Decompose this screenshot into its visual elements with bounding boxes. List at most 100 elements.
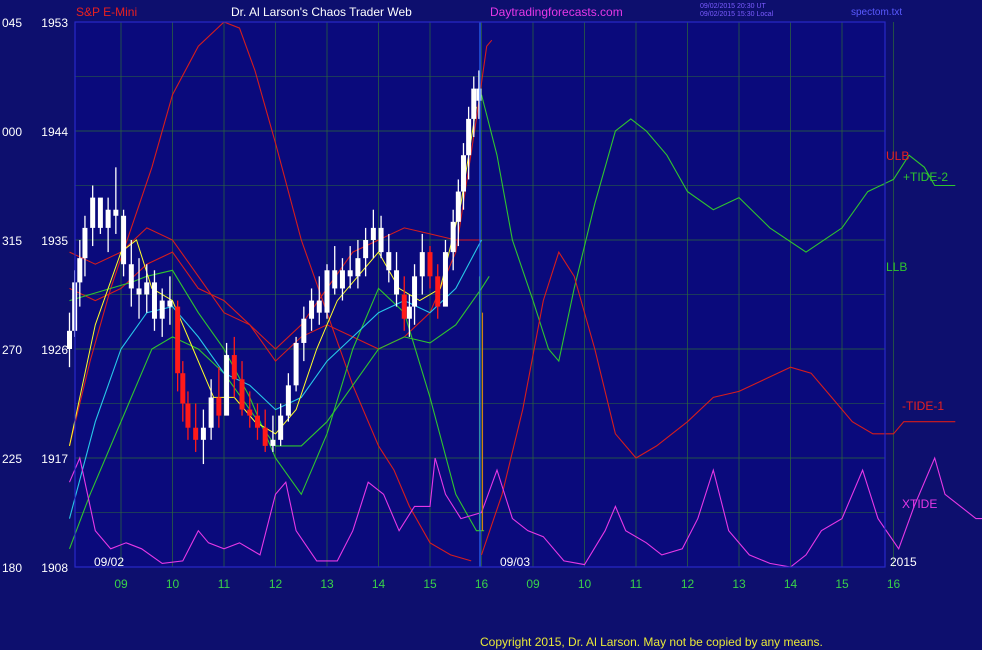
x-tick-label: 10 bbox=[166, 577, 180, 591]
price-bar-body bbox=[293, 342, 299, 386]
series-label: -TIDE-1 bbox=[902, 399, 944, 413]
date-label: 09/02 bbox=[94, 555, 124, 569]
y-tick-label: 1908 bbox=[41, 561, 68, 575]
price-bar-body bbox=[82, 227, 88, 259]
price-bar-body bbox=[442, 252, 448, 307]
price-bar-body bbox=[105, 209, 111, 228]
price-bar-body bbox=[200, 427, 206, 440]
price-bar-body bbox=[386, 252, 392, 271]
y-tick-label: 1917 bbox=[41, 452, 68, 466]
x-tick-label: 14 bbox=[784, 577, 798, 591]
price-bar-body bbox=[339, 270, 345, 289]
price-bar-body bbox=[332, 270, 338, 289]
series-label: XTIDE bbox=[902, 497, 937, 511]
price-bar-body bbox=[159, 300, 165, 319]
y-tick-label-aux: 180 bbox=[2, 561, 22, 575]
y-tick-label-aux: 315 bbox=[2, 234, 22, 248]
price-bar-body bbox=[316, 300, 322, 313]
x-tick-label: 13 bbox=[732, 577, 746, 591]
price-bar-body bbox=[412, 276, 418, 307]
date-label: 09/03 bbox=[500, 555, 530, 569]
price-bar-body bbox=[77, 258, 83, 283]
y-tick-label: 1953 bbox=[41, 16, 68, 30]
price-bar-body bbox=[401, 294, 407, 319]
price-bar-body bbox=[151, 282, 157, 319]
price-bar-body bbox=[224, 355, 230, 416]
price-bar-body bbox=[278, 415, 284, 440]
price-bar-body bbox=[285, 385, 291, 416]
price-bar-body bbox=[270, 439, 276, 446]
x-tick-label: 16 bbox=[475, 577, 489, 591]
series-label: LLB bbox=[886, 260, 907, 274]
price-bar-body bbox=[455, 191, 461, 222]
y-tick-label-aux: 270 bbox=[2, 343, 22, 357]
x-tick-label: 13 bbox=[320, 577, 334, 591]
y-tick-label-aux: 045 bbox=[2, 16, 22, 30]
series-label: +TIDE-2 bbox=[903, 170, 948, 184]
price-bar-body bbox=[208, 397, 214, 428]
chaos-trader-chart: 1908 1917 1926 1935 1944 1953 180 225 270 315 000 0… bbox=[0, 0, 982, 650]
y-tick-label-aux: 000 bbox=[2, 125, 22, 139]
price-bar-body bbox=[301, 318, 307, 343]
price-bar-body bbox=[239, 379, 245, 410]
x-tick-label: 15 bbox=[423, 577, 437, 591]
price-bar-body bbox=[167, 300, 173, 307]
price-bar-body bbox=[136, 288, 142, 295]
price-bar-body bbox=[185, 403, 191, 428]
symbol-label: S&P E-Mini bbox=[76, 5, 137, 19]
site-link[interactable]: Daytradingforecasts.com bbox=[490, 5, 623, 19]
price-bar-body bbox=[394, 270, 400, 295]
source-file: spectom.txt bbox=[851, 7, 902, 18]
x-tick-label: 11 bbox=[630, 577, 643, 591]
x-tick-label: 10 bbox=[578, 577, 592, 591]
price-bar-body bbox=[180, 373, 186, 404]
price-bar-body bbox=[193, 427, 199, 440]
price-bar-body bbox=[144, 282, 150, 295]
copyright: Copyright 2015, Dr. Al Larson. May not b… bbox=[480, 635, 823, 649]
price-bar-body bbox=[476, 88, 482, 101]
price-bar-body bbox=[262, 427, 268, 446]
year-label: 2015 bbox=[890, 555, 917, 569]
price-bar-body bbox=[419, 252, 425, 277]
price-bar-body bbox=[406, 306, 412, 319]
price-bar-body bbox=[466, 118, 472, 156]
price-bar-body bbox=[216, 397, 222, 416]
price-bar-body bbox=[90, 197, 96, 228]
price-bar-body bbox=[175, 306, 181, 374]
chart-title: Dr. Al Larson's Chaos Trader Web bbox=[231, 5, 412, 19]
timestamp-utc: 09/02/2015 20:30 UT bbox=[700, 3, 766, 10]
x-tick-label: 16 bbox=[887, 577, 901, 591]
price-bar-body bbox=[309, 300, 315, 319]
price-bar-body bbox=[113, 209, 119, 216]
price-bar-body bbox=[231, 355, 237, 380]
price-bar-body bbox=[247, 409, 253, 416]
y-tick-label-aux: 225 bbox=[2, 452, 22, 466]
price-bar-body bbox=[378, 227, 384, 253]
price-bar-body bbox=[254, 415, 260, 428]
x-tick-label: 14 bbox=[372, 577, 386, 591]
price-bar-body bbox=[435, 276, 441, 307]
price-bar-body bbox=[355, 258, 361, 277]
price-bar-body bbox=[363, 240, 369, 259]
y-tick-label: 1935 bbox=[41, 234, 68, 248]
x-tick-label: 12 bbox=[269, 577, 283, 591]
series-label: ULB bbox=[886, 149, 909, 163]
price-bar-body bbox=[324, 270, 330, 313]
x-tick-label: 09 bbox=[114, 577, 128, 591]
price-bar-body bbox=[97, 197, 103, 228]
y-tick-label: 1944 bbox=[41, 125, 68, 139]
price-bar-body bbox=[427, 252, 433, 277]
price-bar-body bbox=[128, 264, 134, 289]
y-tick-label: 1926 bbox=[41, 343, 68, 357]
x-tick-label: 15 bbox=[835, 577, 849, 591]
x-tick-label: 12 bbox=[681, 577, 695, 591]
x-tick-label: 09 bbox=[526, 577, 540, 591]
price-bar-body bbox=[347, 270, 353, 277]
price-bar-body bbox=[450, 221, 456, 253]
price-bar-body bbox=[121, 215, 127, 265]
price-bar-body bbox=[370, 227, 376, 240]
price-bar-body bbox=[460, 155, 466, 192]
x-tick-label: 11 bbox=[218, 577, 231, 591]
timestamp-local: 09/02/2015 15:30 Local bbox=[700, 11, 774, 18]
price-bar-body bbox=[471, 88, 477, 119]
